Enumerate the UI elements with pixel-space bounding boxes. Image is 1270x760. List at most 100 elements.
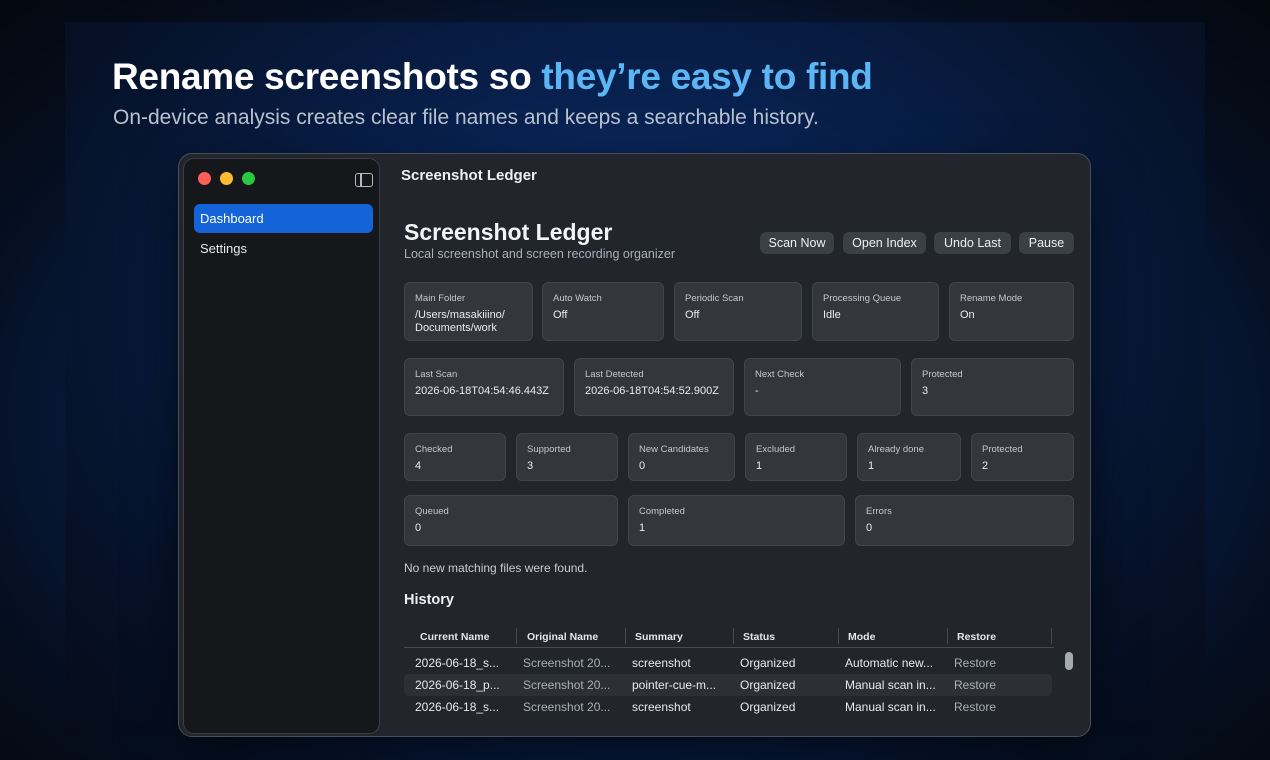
restore-link[interactable]: Restore: [954, 656, 1044, 670]
card-label: Queued: [415, 506, 449, 517]
page-subtitle: Local screenshot and screen recording or…: [404, 247, 675, 261]
completed-card: Completed 1: [628, 495, 845, 546]
column-divider[interactable]: [1051, 628, 1052, 644]
column-divider[interactable]: [947, 628, 948, 644]
column-header-current-name[interactable]: Current Name: [420, 631, 489, 643]
column-header-mode[interactable]: Mode: [848, 631, 875, 643]
restore-link[interactable]: Restore: [954, 700, 1044, 714]
minimize-window-button[interactable]: [220, 172, 233, 185]
protected-status-card: Protected 3: [911, 358, 1074, 416]
queued-card: Queued 0: [404, 495, 618, 546]
card-value: Off: [553, 309, 568, 321]
card-label: Next Check: [755, 369, 805, 380]
excluded-card: Excluded 1: [745, 433, 847, 481]
page-title: Screenshot Ledger: [404, 219, 613, 245]
sidebar: Dashboard Settings: [183, 158, 380, 734]
errors-card: Errors 0: [855, 495, 1074, 546]
card-value: /Users/masakiiino/ Documents/work: [415, 309, 505, 334]
cell-mode: Manual scan in...: [845, 678, 936, 692]
scan-now-button[interactable]: Scan Now: [760, 232, 834, 254]
column-divider[interactable]: [516, 628, 517, 644]
sidebar-item-dashboard[interactable]: Dashboard: [194, 204, 373, 233]
card-value: On: [960, 309, 975, 321]
undo-last-button[interactable]: Undo Last: [934, 232, 1011, 254]
cell-original-name: Screenshot 20...: [523, 678, 611, 692]
table-row[interactable]: 2026-06-18_s... Screenshot 20... screens…: [404, 696, 1052, 718]
window-controls: [198, 172, 255, 185]
scrollbar-thumb[interactable]: [1065, 652, 1073, 670]
card-label: Checked: [415, 444, 453, 455]
new-candidates-card: New Candidates 0: [628, 433, 735, 481]
card-value: Off: [685, 309, 700, 321]
cell-current-name: 2026-06-18_s...: [415, 700, 500, 714]
history-title: History: [404, 592, 454, 608]
pause-button[interactable]: Pause: [1019, 232, 1074, 254]
card-label: Completed: [639, 506, 685, 517]
periodic-scan-card: Periodic Scan Off: [674, 282, 802, 341]
scan-notice: No new matching files were found.: [404, 561, 588, 575]
last-detected-card: Last Detected 2026-06-18T04:54:52.900Z: [574, 358, 734, 416]
cell-status: Organized: [740, 656, 796, 670]
card-label: Protected: [982, 444, 1023, 455]
cell-mode: Automatic new...: [845, 656, 934, 670]
column-header-summary[interactable]: Summary: [635, 631, 683, 643]
card-label: Supported: [527, 444, 571, 455]
history-scrollbar[interactable]: [1062, 650, 1074, 712]
app-window: Dashboard Settings Screenshot Ledger Scr…: [178, 153, 1091, 737]
column-divider[interactable]: [733, 628, 734, 644]
supported-card: Supported 3: [516, 433, 618, 481]
rename-mode-card: Rename Mode On: [949, 282, 1074, 341]
card-value: 3: [922, 385, 929, 397]
card-value: 2: [982, 460, 989, 472]
cell-status: Organized: [740, 678, 796, 692]
card-label: Last Scan: [415, 369, 458, 380]
cell-original-name: Screenshot 20...: [523, 656, 611, 670]
sidebar-item-settings[interactable]: Settings: [194, 234, 373, 263]
headline-text: Rename screenshots so: [112, 56, 542, 97]
cell-original-name: Screenshot 20...: [523, 700, 611, 714]
sidebar-toggle-icon[interactable]: [355, 173, 373, 187]
column-header-original-name[interactable]: Original Name: [527, 631, 598, 643]
card-label: Protected: [922, 369, 963, 380]
marketing-headline: Rename screenshots so they’re easy to fi…: [112, 56, 873, 98]
column-divider[interactable]: [838, 628, 839, 644]
last-scan-card: Last Scan 2026-06-18T04:54:46.443Z: [404, 358, 564, 416]
table-row[interactable]: 2026-06-18_p... Screenshot 20... pointer…: [404, 674, 1052, 696]
card-label: Auto Watch: [553, 293, 602, 304]
already-done-card: Already done 1: [857, 433, 961, 481]
card-label: Processing Queue: [823, 293, 902, 304]
card-value: 1: [639, 522, 646, 534]
card-label: New Candidates: [639, 444, 709, 455]
processing-queue-card: Processing Queue Idle: [812, 282, 939, 341]
cell-summary: pointer-cue-m...: [632, 678, 717, 692]
column-divider[interactable]: [625, 628, 626, 644]
card-label: Already done: [868, 444, 924, 455]
card-label: Errors: [866, 506, 892, 517]
close-window-button[interactable]: [198, 172, 211, 185]
card-value: 0: [866, 522, 873, 534]
table-row[interactable]: 2026-06-18_s... Screenshot 20... screens…: [404, 652, 1052, 674]
card-label: Last Detected: [585, 369, 644, 380]
marketing-subheadline: On-device analysis creates clear file na…: [113, 106, 819, 129]
zoom-window-button[interactable]: [242, 172, 255, 185]
headline-accent: they’re easy to find: [541, 56, 873, 97]
card-label: Rename Mode: [960, 293, 1023, 304]
cell-current-name: 2026-06-18_p...: [415, 678, 500, 692]
window-title: Screenshot Ledger: [401, 167, 537, 184]
card-value: 2026-06-18T04:54:52.900Z: [585, 385, 719, 397]
open-index-button[interactable]: Open Index: [843, 232, 926, 254]
restore-link[interactable]: Restore: [954, 678, 1044, 692]
card-value: 0: [415, 522, 422, 534]
cell-summary: screenshot: [632, 700, 691, 714]
card-label: Excluded: [756, 444, 796, 455]
card-value: 0: [639, 460, 646, 472]
column-header-status[interactable]: Status: [743, 631, 775, 643]
cell-current-name: 2026-06-18_s...: [415, 656, 500, 670]
auto-watch-card: Auto Watch Off: [542, 282, 664, 341]
card-value: Idle: [823, 309, 841, 321]
column-header-restore[interactable]: Restore: [957, 631, 996, 643]
history-table-header: Current Name Original Name Summary Statu…: [404, 626, 1054, 648]
card-value: -: [755, 385, 759, 397]
card-value: 1: [868, 460, 875, 472]
card-value: 3: [527, 460, 534, 472]
